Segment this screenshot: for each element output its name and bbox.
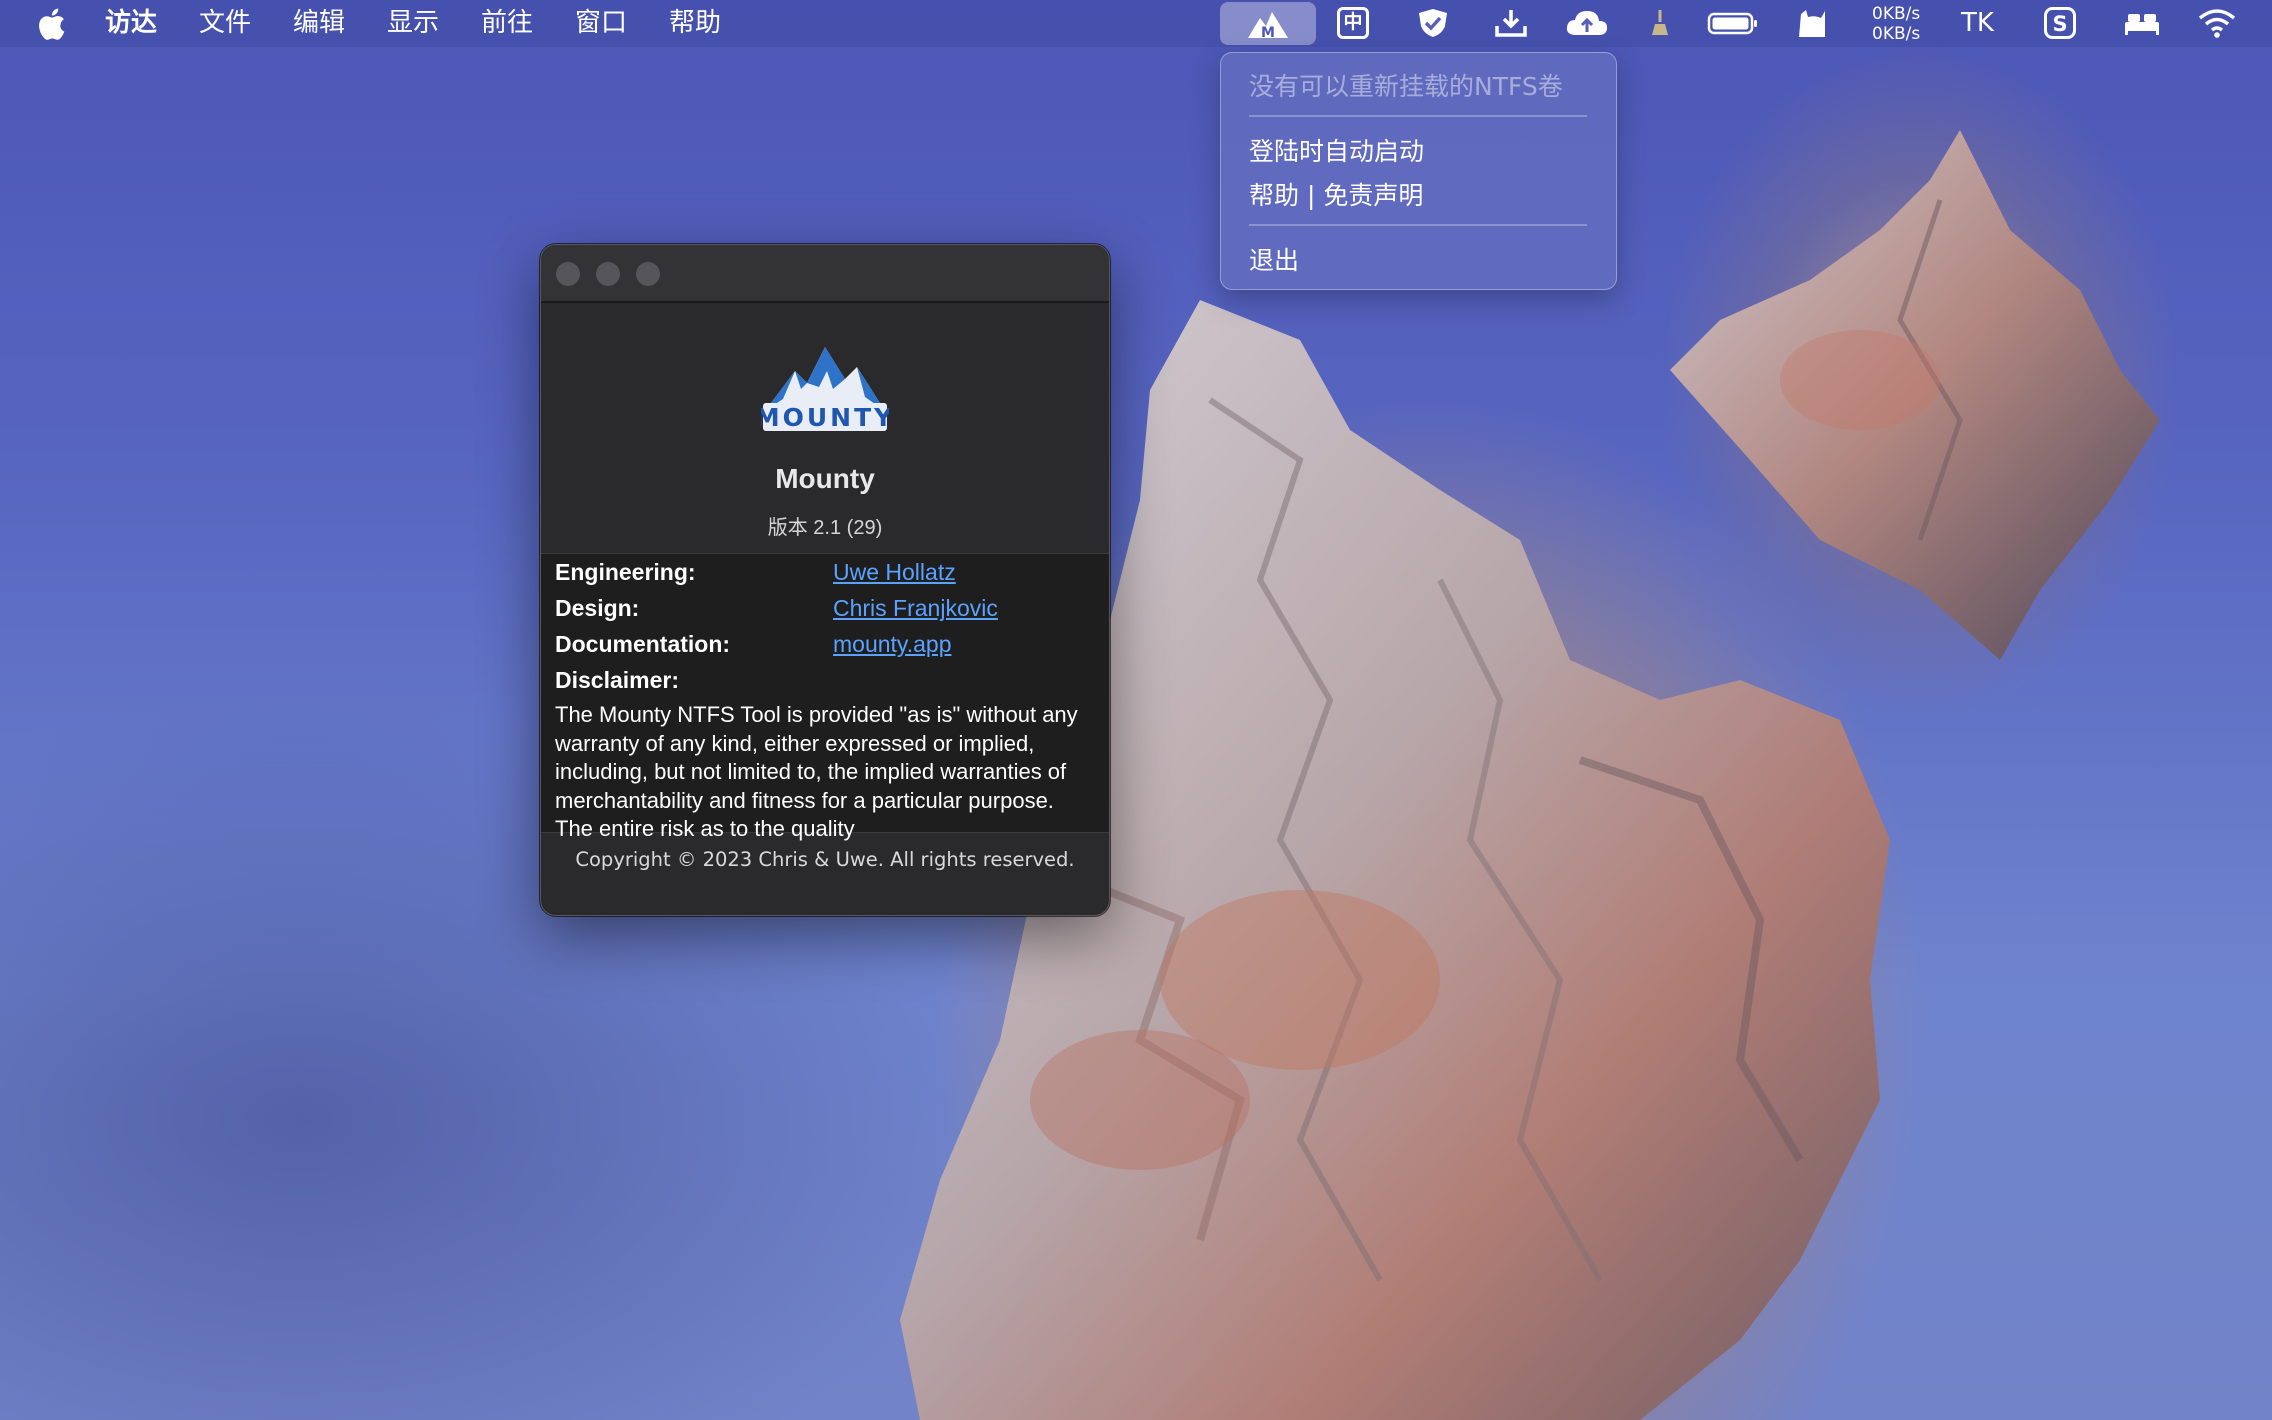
menu-window[interactable]: 窗口: [575, 0, 627, 47]
mounty-icon: M: [1248, 12, 1288, 40]
svg-text:M: M: [1261, 25, 1275, 40]
credit-row-engineering: Engineering: Uwe Hollatz: [555, 555, 1095, 589]
menu-item-launch-at-login[interactable]: 登陆时自动启动: [1249, 132, 1424, 168]
credit-label: Engineering:: [555, 559, 696, 585]
mounty-dropdown-menu: 没有可以重新挂载的NTFS卷 登陆时自动启动 帮助 | 免责声明 退出: [1220, 52, 1617, 290]
cleaner-icon[interactable]: [1643, 8, 1677, 38]
menu-finder[interactable]: 访达: [105, 0, 157, 47]
menu-go[interactable]: 前往: [481, 0, 533, 47]
menu-view[interactable]: 显示: [387, 0, 439, 47]
cat-icon[interactable]: [1795, 8, 1829, 38]
credit-row-documentation: Documentation: mounty.app: [555, 627, 1095, 661]
cloud-icon[interactable]: [1564, 8, 1610, 38]
mounty-logo: MOUNTY: [761, 347, 889, 432]
minimize-button[interactable]: [596, 262, 620, 286]
menu-item-help-disclaimer[interactable]: 帮助 | 免责声明: [1249, 176, 1423, 212]
menu-file[interactable]: 文件: [199, 0, 251, 47]
credit-row-design: Design: Chris Franjkovic: [555, 591, 1095, 625]
menu-help[interactable]: 帮助: [669, 0, 721, 47]
network-download-speed: 0KB/s: [1872, 24, 1921, 44]
credit-link-engineering[interactable]: Uwe Hollatz: [833, 555, 956, 589]
disclaimer-heading: Disclaimer:: [555, 663, 679, 697]
tk-icon[interactable]: TK: [1961, 0, 1994, 47]
copyright-text: Copyright © 2023 Chris & Uwe. All rights…: [575, 848, 1075, 871]
desktop: 访达 文件 编辑 显示 前往 窗口 帮助 M 中 0KB/s 0KB/s TK …: [0, 0, 2272, 1420]
credit-link-documentation[interactable]: mounty.app: [833, 627, 951, 661]
network-upload-speed: 0KB/s: [1872, 4, 1921, 24]
logo-wordmark: MOUNTY: [761, 403, 889, 432]
mounty-status-button[interactable]: M: [1220, 2, 1316, 45]
shield-icon[interactable]: [1416, 8, 1450, 38]
close-button[interactable]: [556, 262, 580, 286]
menu-item-no-ntfs-volumes: 没有可以重新挂载的NTFS卷: [1249, 72, 1563, 101]
wallpaper-rock-small: [1670, 130, 2160, 660]
wifi-icon[interactable]: [2197, 8, 2237, 38]
menu-item-quit[interactable]: 退出: [1249, 241, 1299, 277]
credit-label: Documentation:: [555, 631, 731, 657]
battery-icon: [1707, 12, 1757, 35]
credit-label: Design:: [555, 595, 640, 621]
credit-link-design[interactable]: Chris Franjkovic: [833, 591, 998, 625]
download-icon[interactable]: [1494, 8, 1528, 38]
bed-icon[interactable]: [2122, 8, 2162, 38]
menu-edit[interactable]: 编辑: [293, 0, 345, 47]
network-speed: 0KB/s 0KB/s: [1872, 4, 1920, 44]
menu-separator: [1249, 224, 1587, 226]
svg-text:S: S: [2052, 12, 2067, 36]
menu-separator: [1249, 115, 1587, 117]
app-name: Mounty: [775, 463, 875, 494]
input-method-icon[interactable]: 中: [1337, 7, 1369, 39]
about-window: MOUNTY Mounty 版本 2.1 (29) Engineering: U…: [540, 244, 1110, 916]
sogou-icon[interactable]: S: [2044, 7, 2076, 39]
zoom-button[interactable]: [636, 262, 660, 286]
window-titlebar[interactable]: [541, 245, 1109, 303]
app-version: 版本 2.1 (29): [767, 517, 883, 539]
disclaimer-label: Disclaimer:: [555, 667, 680, 693]
menu-bar: 访达 文件 编辑 显示 前往 窗口 帮助 M 中 0KB/s 0KB/s TK …: [0, 0, 2272, 47]
apple-menu-icon[interactable]: [36, 7, 66, 41]
